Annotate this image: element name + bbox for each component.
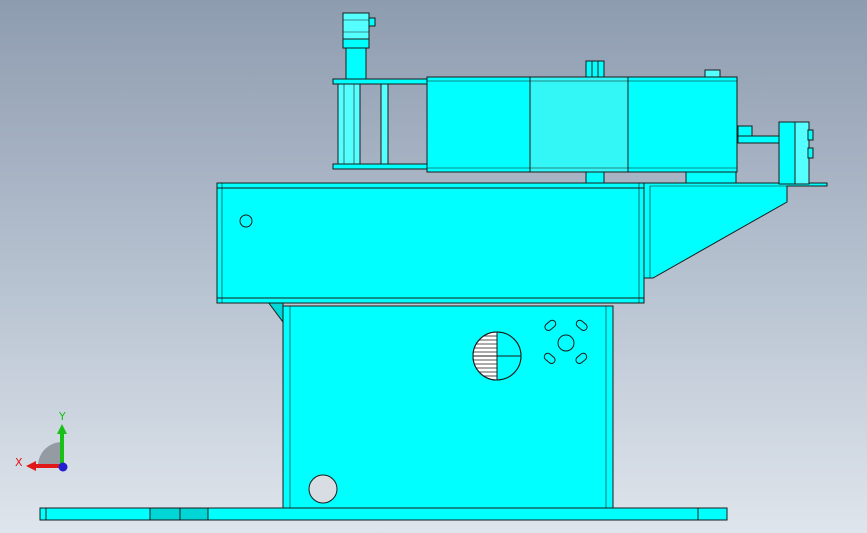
base-plate[interactable] xyxy=(39,507,728,521)
gearbox-bolt[interactable] xyxy=(704,69,721,78)
motor-mount[interactable] xyxy=(737,121,814,185)
top-post[interactable] xyxy=(342,12,376,80)
gearbox-shaft-top[interactable] xyxy=(585,60,605,78)
main-table-box[interactable] xyxy=(216,182,645,304)
gearbox-housing[interactable] xyxy=(426,76,738,173)
triad-y-label: Y xyxy=(59,410,66,423)
vent-grille[interactable] xyxy=(472,331,522,381)
left-roller[interactable] xyxy=(337,83,361,165)
table-hole[interactable] xyxy=(239,214,253,228)
pedestal-bottom-hole[interactable] xyxy=(308,474,338,504)
graphics-viewport[interactable]: Y X xyxy=(0,0,867,533)
gearbox-shaft-bottom[interactable] xyxy=(585,171,737,184)
triad-x-label: X xyxy=(15,456,23,469)
cad-model-front-view[interactable] xyxy=(0,0,867,533)
right-bracket[interactable] xyxy=(643,182,828,279)
coordinate-triad[interactable]: Y X xyxy=(14,410,84,482)
coordinate-triad-icon xyxy=(26,424,68,472)
left-gusset xyxy=(267,301,284,324)
